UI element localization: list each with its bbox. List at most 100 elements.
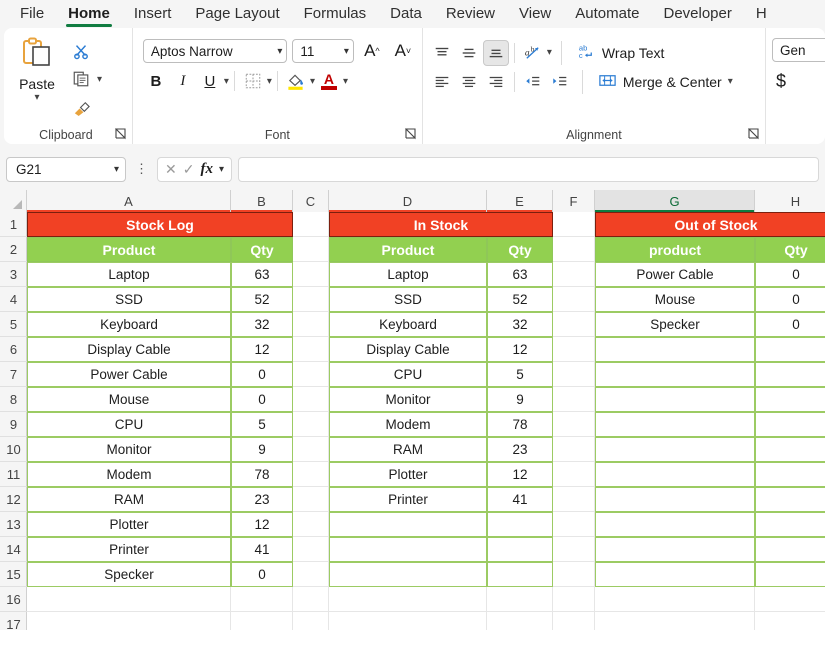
table-cell-empty[interactable] <box>595 337 755 362</box>
align-left-icon[interactable] <box>429 69 455 95</box>
table-cell-empty[interactable] <box>595 362 755 387</box>
table-cell-empty[interactable] <box>487 537 553 562</box>
ribbon-tab-data[interactable]: Data <box>378 3 434 25</box>
alignment-dialog-launcher[interactable] <box>747 128 760 140</box>
table-cell[interactable]: Plotter <box>27 512 231 537</box>
font-name-chevron-down-icon[interactable]: ▾ <box>277 46 282 57</box>
table-cell[interactable]: Modem <box>27 462 231 487</box>
table-cell[interactable]: Monitor <box>329 387 487 412</box>
orientation-chevron-down-icon[interactable]: ▾ <box>547 48 552 58</box>
table-cell-empty[interactable] <box>329 562 487 587</box>
font-color-chevron-down-icon[interactable]: ▾ <box>343 76 348 87</box>
paste-chevron-down-icon[interactable]: ▾ <box>34 93 39 103</box>
ribbon-tab-review[interactable]: Review <box>434 3 507 25</box>
increase-indent-icon[interactable] <box>547 69 573 95</box>
table-cell-empty[interactable] <box>595 487 755 512</box>
row-header-5[interactable]: 5 <box>0 312 27 337</box>
copy-icon[interactable] <box>68 66 94 92</box>
table-cell[interactable]: 63 <box>231 262 293 287</box>
table-cell-empty[interactable] <box>595 562 755 587</box>
table-cell[interactable]: 5 <box>231 412 293 437</box>
ribbon-tab-h[interactable]: H <box>744 3 779 25</box>
table-cell[interactable]: CPU <box>329 362 487 387</box>
table-cell[interactable]: Power Cable <box>595 262 755 287</box>
in-stock-header-qty[interactable]: Qty <box>487 237 553 262</box>
table-cell-empty[interactable] <box>595 462 755 487</box>
table-cell-empty[interactable] <box>755 512 825 537</box>
decrease-indent-icon[interactable] <box>520 69 546 95</box>
table-cell[interactable]: SSD <box>329 287 487 312</box>
table-cell-empty[interactable] <box>755 462 825 487</box>
table-cell[interactable]: 78 <box>487 412 553 437</box>
column-header-G[interactable]: G <box>595 190 755 212</box>
select-all-button[interactable] <box>0 190 27 212</box>
table-cell-empty[interactable] <box>755 412 825 437</box>
table-cell-empty[interactable] <box>487 512 553 537</box>
borders-icon[interactable] <box>240 68 266 94</box>
row-header-10[interactable]: 10 <box>0 437 27 462</box>
table-cell-empty[interactable] <box>755 487 825 512</box>
stock-log-header-qty[interactable]: Qty <box>231 237 293 262</box>
name-box[interactable]: G21 ▾ <box>6 156 126 182</box>
table-cell[interactable]: 12 <box>487 337 553 362</box>
merge-center-chevron-down-icon[interactable]: ▾ <box>728 77 733 87</box>
out-of-stock-title[interactable]: Out of Stock <box>595 212 825 237</box>
in-stock-header-product[interactable]: Product <box>329 237 487 262</box>
table-cell[interactable]: RAM <box>27 487 231 512</box>
format-painter-icon[interactable] <box>68 94 94 120</box>
row-header-2[interactable]: 2 <box>0 237 27 262</box>
row-header-1[interactable]: 1 <box>0 212 27 237</box>
table-cell[interactable]: 23 <box>487 437 553 462</box>
table-cell-empty[interactable] <box>595 387 755 412</box>
out-of-stock-header-qty[interactable]: Qty <box>755 237 825 262</box>
row-header-9[interactable]: 9 <box>0 412 27 437</box>
stock-log-title[interactable]: Stock Log <box>27 212 293 237</box>
decrease-font-size-button[interactable]: A ˅ <box>390 38 416 64</box>
table-cell-empty[interactable] <box>595 412 755 437</box>
table-cell-empty[interactable] <box>755 387 825 412</box>
table-cell[interactable]: Mouse <box>27 387 231 412</box>
table-cell[interactable]: 0 <box>755 287 825 312</box>
table-cell[interactable]: 0 <box>231 387 293 412</box>
table-cell[interactable]: 12 <box>231 512 293 537</box>
table-cell[interactable]: 0 <box>755 312 825 337</box>
column-header-F[interactable]: F <box>553 190 595 212</box>
row-header-14[interactable]: 14 <box>0 537 27 562</box>
table-cell[interactable]: 9 <box>487 387 553 412</box>
merge-center-button[interactable]: Merge & Center ▾ <box>592 68 739 95</box>
underline-button[interactable]: U <box>197 68 223 94</box>
font-name-combobox[interactable]: Aptos Narrow ▾ <box>142 39 288 63</box>
align-middle-icon[interactable] <box>456 40 482 66</box>
table-cell[interactable]: RAM <box>329 437 487 462</box>
row-header-6[interactable]: 6 <box>0 337 27 362</box>
table-cell[interactable]: Keyboard <box>329 312 487 337</box>
align-center-icon[interactable] <box>456 69 482 95</box>
table-cell[interactable]: 12 <box>231 337 293 362</box>
table-cell[interactable]: 0 <box>231 362 293 387</box>
table-cell[interactable]: 32 <box>231 312 293 337</box>
table-cell[interactable]: 78 <box>231 462 293 487</box>
out-of-stock-header-product[interactable]: product <box>595 237 755 262</box>
row-header-16[interactable]: 16 <box>0 587 27 612</box>
formula-input[interactable] <box>238 156 819 182</box>
column-header-E[interactable]: E <box>487 190 553 212</box>
row-header-4[interactable]: 4 <box>0 287 27 312</box>
align-bottom-icon[interactable] <box>482 39 509 66</box>
ribbon-tab-view[interactable]: View <box>507 3 563 25</box>
table-cell[interactable]: Plotter <box>329 462 487 487</box>
formula-bar-options-icon[interactable]: ⋮ <box>132 161 151 177</box>
fill-color-chevron-down-icon[interactable]: ▾ <box>310 76 315 87</box>
ribbon-tab-page-layout[interactable]: Page Layout <box>183 3 291 25</box>
table-cell[interactable]: 63 <box>487 262 553 287</box>
italic-button[interactable]: I <box>170 68 196 94</box>
table-cell[interactable]: 12 <box>487 462 553 487</box>
ribbon-tab-automate[interactable]: Automate <box>563 3 651 25</box>
stock-log-header-product[interactable]: Product <box>27 237 231 262</box>
table-cell[interactable]: 9 <box>231 437 293 462</box>
row-header-13[interactable]: 13 <box>0 512 27 537</box>
paste-button[interactable]: Paste ▾ <box>6 32 68 103</box>
table-cell-empty[interactable] <box>755 337 825 362</box>
table-cell[interactable]: 52 <box>487 287 553 312</box>
increase-font-size-button[interactable]: A ^ <box>359 38 385 64</box>
scissors-icon[interactable] <box>68 38 94 64</box>
